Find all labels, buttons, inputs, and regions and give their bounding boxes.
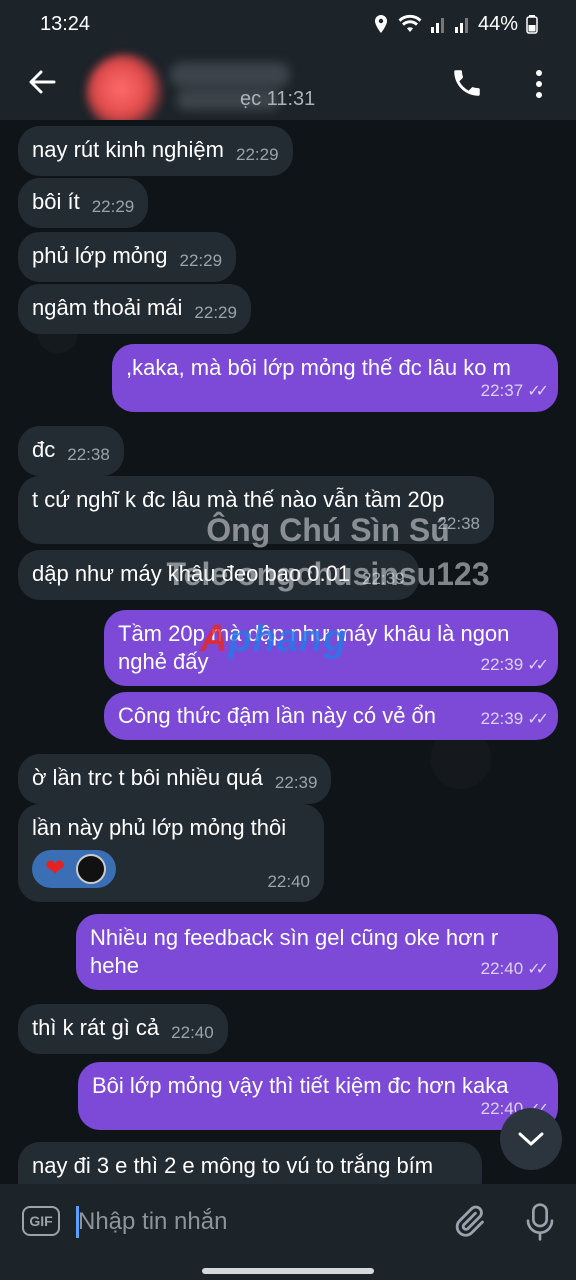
message-text: đc (32, 437, 56, 462)
microphone-icon (526, 1203, 554, 1241)
double-check-icon: ✓✓ (527, 711, 549, 728)
message-incoming[interactable]: dập như máy khâu đeo bao 0.01 22:39 (18, 550, 419, 600)
message-incoming[interactable]: ờ lần trc t bôi nhiều quá 22:39 (18, 754, 332, 804)
chevron-down-icon (518, 1132, 544, 1146)
paperclip-icon (455, 1205, 484, 1237)
message-time: 22:29 (179, 251, 223, 270)
status-icons: 44% (372, 13, 538, 36)
message-text: t cứ nghĩ k đc lâu mà thế nào vẫn tầm 20… (32, 487, 445, 512)
message-outgoing[interactable]: Tầm 20p mà dập như máy khâu là ngon nghẻ… (104, 610, 558, 686)
message-text: lần này phủ lớp mỏng thôi (32, 815, 287, 840)
wifi-icon (398, 14, 422, 33)
message-incoming[interactable]: phủ lớp mỏng 22:29 (18, 232, 237, 282)
chat-messages[interactable]: nay rút kinh nghiệm 22:29 bôi ít 22:29 phủ… (0, 120, 576, 1184)
message-time: 22:39 (362, 569, 405, 588)
battery-icon (526, 15, 538, 34)
message-incoming[interactable]: thì k rát gì cả 22:40 (18, 1004, 228, 1054)
message-incoming[interactable]: nay đi 3 e thì 2 e mông to vú to trắng b… (18, 1142, 482, 1184)
message-time: 22:40 (171, 1023, 214, 1042)
message-text: dập như máy khâu đeo bao 0.01 (32, 561, 351, 586)
message-time: 22:40 (267, 872, 310, 891)
double-check-icon: ✓✓ (527, 657, 549, 674)
back-button[interactable] (24, 64, 60, 100)
contact-name-blurred[interactable] (170, 62, 290, 88)
phone-icon (454, 70, 480, 96)
message-time: 22:39 (274, 773, 318, 792)
message-time: 22:39 (480, 655, 524, 674)
message-incoming[interactable]: ngâm thoải mái 22:29 (18, 284, 251, 334)
message-time: 22:29 (91, 197, 135, 216)
double-check-icon: ✓✓ (527, 961, 549, 978)
message-incoming[interactable]: đc 22:38 (18, 426, 124, 476)
more-vertical-icon (536, 70, 542, 76)
message-time: 22:29 (194, 303, 237, 322)
more-menu-button[interactable] (524, 66, 554, 102)
gif-button[interactable]: GIF (22, 1206, 60, 1236)
message-incoming[interactable]: t cứ nghĩ k đc lâu mà thế nào vẫn tầm 20… (18, 476, 494, 544)
scroll-to-bottom-button[interactable] (500, 1108, 562, 1170)
message-time: 22:29 (236, 145, 279, 164)
microphone-button[interactable] (524, 1202, 558, 1242)
message-text: Tầm 20p mà dập như máy khâu là ngon nghẻ… (118, 621, 510, 674)
arrow-left-icon (29, 70, 56, 94)
message-text: Nhiều ng feedback sìn gel cũng oke hơn r… (90, 925, 499, 978)
message-text: nay đi 3 e thì 2 e mông to vú to trắng b… (32, 1153, 434, 1178)
last-seen-text: ẹc 11:31 (240, 88, 316, 110)
reactions[interactable]: ❤ (32, 850, 116, 888)
message-text: nay rút kinh nghiệm (32, 137, 224, 162)
heart-reaction[interactable]: ❤ (38, 854, 72, 884)
message-time: 22:40 (480, 959, 524, 978)
status-time: 13:24 (40, 12, 91, 35)
call-button[interactable] (450, 66, 486, 102)
double-check-icon: ✓✓ (527, 383, 549, 400)
message-outgoing[interactable]: Công thức đậm lần này có vẻ ổn 22:39 ✓✓ (104, 692, 558, 740)
message-time-status: 22:37 ✓✓ (480, 377, 549, 406)
battery-level: 44% (477, 12, 518, 35)
message-incoming[interactable]: nay rút kinh nghiệm 22:29 (18, 126, 293, 176)
message-input[interactable] (78, 1202, 438, 1242)
message-text: phủ lớp mỏng (32, 243, 168, 268)
message-text: ngâm thoải mái (32, 295, 183, 320)
attach-button[interactable] (452, 1204, 488, 1240)
message-text: bôi ít (32, 189, 80, 214)
message-time-status: 22:39 ✓✓ (480, 651, 549, 680)
signal-1-icon (430, 18, 444, 33)
message-outgoing[interactable]: ,kaka, mà bôi lớp mỏng thế đc lâu ko m 2… (112, 344, 558, 412)
message-incoming[interactable]: bôi ít 22:29 (18, 178, 149, 228)
message-time-status: 22:40✓✓ (480, 955, 549, 984)
message-outgoing[interactable]: Bôi lớp mỏng vậy thì tiết kiệm đc hơn ka… (78, 1062, 558, 1130)
message-text: Bôi lớp mỏng vậy thì tiết kiệm đc hơn ka… (92, 1073, 509, 1098)
message-time: 22:38 (67, 445, 110, 464)
home-indicator[interactable] (202, 1268, 374, 1274)
message-time: 22:39 (480, 709, 524, 728)
message-outgoing[interactable]: Nhiều ng feedback sìn gel cũng oke hơn r… (76, 914, 558, 990)
message-text: ờ lần trc t bôi nhiều quá (32, 765, 263, 790)
signal-2-icon (454, 18, 468, 33)
message-text: Công thức đậm lần này có vẻ ổn (118, 703, 437, 728)
status-bar: 13:24 44% (0, 0, 576, 48)
message-incoming[interactable]: lần này phủ lớp mỏng thôi ❤ 22:40 (18, 804, 324, 902)
reactor-avatar (76, 854, 106, 884)
message-time-status: 22:39 ✓✓ (480, 705, 549, 734)
message-time: 22:38 (437, 514, 480, 533)
message-text: thì k rát gì cả (32, 1015, 160, 1040)
chat-header: ẹc 11:31 (0, 48, 576, 132)
message-time: 22:37 (480, 381, 524, 400)
message-composer: GIF (0, 1184, 576, 1280)
message-text: ,kaka, mà bôi lớp mỏng thế đc lâu ko m (126, 355, 511, 380)
location-icon (374, 15, 387, 33)
